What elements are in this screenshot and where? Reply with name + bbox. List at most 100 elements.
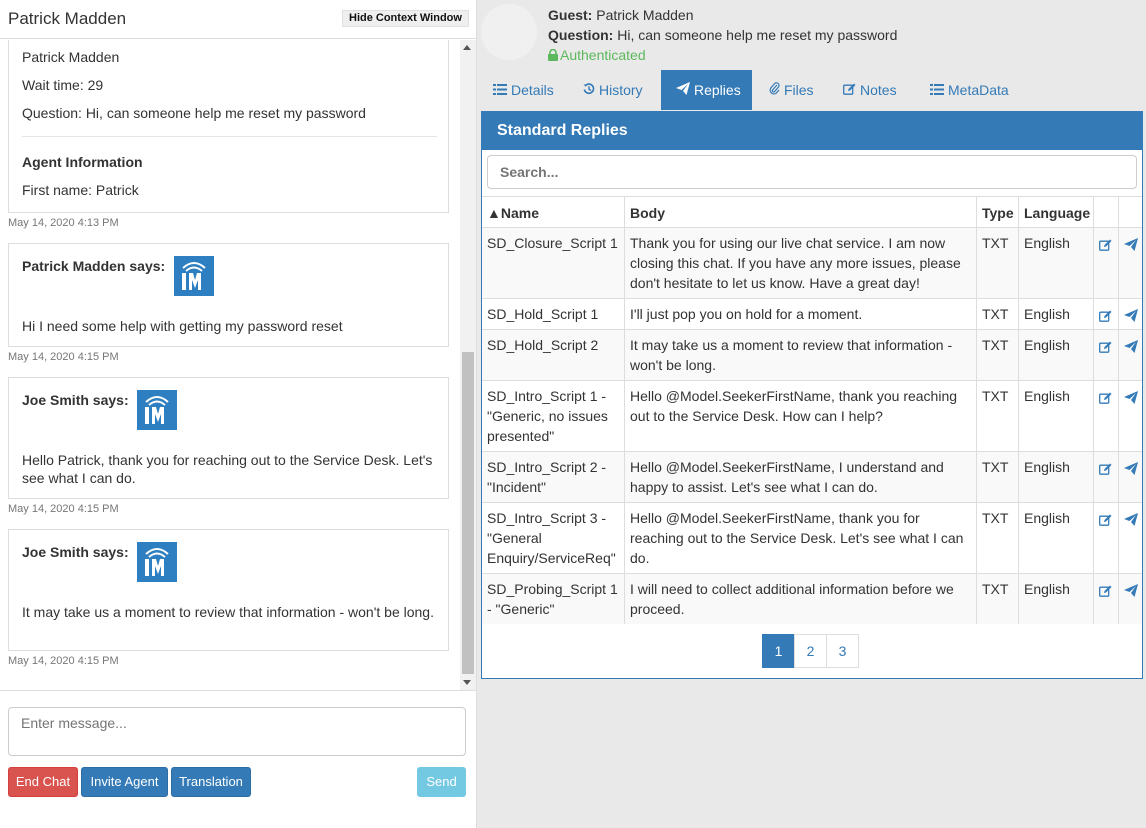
send-button[interactable]: Send xyxy=(417,767,466,797)
edit-icon[interactable] xyxy=(1099,582,1112,602)
chat-transcript[interactable]: Patrick Madden Wait time: 29 Question: H… xyxy=(0,40,476,690)
end-chat-button[interactable]: End Chat xyxy=(8,767,78,797)
send-cell xyxy=(1118,452,1142,502)
table-row: SD_Intro_Script 3 - "General Enquiry/Ser… xyxy=(482,502,1142,573)
tab-notes[interactable]: Notes xyxy=(843,70,903,110)
page-1-button[interactable]: 1 xyxy=(762,634,795,668)
divider xyxy=(22,136,437,137)
tab-label: Notes xyxy=(860,82,897,98)
reply-name: SD_Hold_Script 1 xyxy=(487,306,599,322)
message-sender: Patrick Madden says: xyxy=(22,258,166,274)
reply-name: SD_Intro_Script 1 - "Generic, no issues … xyxy=(487,388,608,444)
invite-agent-button[interactable]: Invite Agent xyxy=(81,767,168,797)
chat-title: Patrick Madden xyxy=(8,9,127,28)
edit-icon[interactable] xyxy=(1099,389,1112,409)
edit-icon[interactable] xyxy=(1099,307,1112,327)
edit-icon[interactable] xyxy=(1099,338,1112,358)
tab-metadata[interactable]: MetaData xyxy=(930,70,1015,110)
scroll-up-icon[interactable] xyxy=(463,45,471,50)
message-composer: End Chat Invite Agent Translation Send xyxy=(0,690,476,828)
chat-message: Joe Smith says: Hello Patrick, thank you… xyxy=(8,377,449,499)
scroll-down-icon[interactable] xyxy=(463,680,471,685)
tab-history[interactable]: History xyxy=(583,70,658,110)
reply-type: TXT xyxy=(976,574,1018,624)
guest-question: Hi, can someone help me reset my passwor… xyxy=(617,27,898,43)
reply-language: English xyxy=(1018,503,1093,573)
reply-language: English xyxy=(1018,574,1093,624)
chat-message: Joe Smith says: It may take us a moment … xyxy=(8,529,449,651)
column-header-send xyxy=(1118,197,1142,227)
edit-icon xyxy=(843,70,856,110)
column-header-body[interactable]: Body xyxy=(624,197,976,227)
page-3-button[interactable]: 3 xyxy=(826,634,859,668)
guest-avatar xyxy=(481,4,537,60)
send-icon[interactable] xyxy=(1124,307,1138,327)
column-header-name[interactable]: ▲Name xyxy=(482,197,624,227)
column-header-edit xyxy=(1093,197,1118,227)
tab-replies[interactable]: Replies xyxy=(661,70,752,110)
edit-cell xyxy=(1093,452,1118,502)
table-row: SD_Hold_Script 2 It may take us a moment … xyxy=(482,329,1142,380)
reply-name: SD_Intro_Script 3 - "General Enquiry/Ser… xyxy=(487,510,616,566)
edit-icon[interactable] xyxy=(1099,236,1112,256)
send-icon[interactable] xyxy=(1124,582,1138,602)
table-row: SD_Intro_Script 1 - "Generic, no issues … xyxy=(482,380,1142,451)
tab-label: Files xyxy=(784,82,814,98)
send-icon[interactable] xyxy=(1124,511,1138,531)
reply-type: TXT xyxy=(976,228,1018,298)
edit-icon[interactable] xyxy=(1099,511,1112,531)
question-label: Question: xyxy=(548,27,614,43)
page-2-button[interactable]: 2 xyxy=(794,634,827,668)
send-cell xyxy=(1118,330,1142,380)
tab-label: Replies xyxy=(694,82,741,98)
chat-panel: Patrick Madden Hide Context Window Patri… xyxy=(0,0,477,828)
send-icon xyxy=(676,70,690,110)
tab-label: MetaData xyxy=(948,82,1009,98)
translation-button[interactable]: Translation xyxy=(171,767,251,797)
chat-header: Patrick Madden Hide Context Window xyxy=(0,0,476,39)
reply-type: TXT xyxy=(976,503,1018,573)
scroll-thumb[interactable] xyxy=(462,352,474,674)
message-input[interactable] xyxy=(8,707,466,756)
reply-type: TXT xyxy=(976,330,1018,380)
auth-status: Authenticated xyxy=(548,47,646,64)
context-card: Patrick Madden Wait time: 29 Question: H… xyxy=(8,40,449,213)
column-header-type[interactable]: Type xyxy=(976,197,1018,227)
column-header-language[interactable]: Language xyxy=(1018,197,1093,227)
reply-name: SD_Probing_Script 1 - "Generic" xyxy=(487,581,618,617)
agent-info-heading: Agent Information xyxy=(22,154,143,170)
message-timestamp: May 14, 2020 4:15 PM xyxy=(8,655,119,667)
tab-details[interactable]: Details xyxy=(482,70,570,110)
edit-cell xyxy=(1093,381,1118,451)
reply-language: English xyxy=(1018,299,1093,329)
im-logo-icon xyxy=(137,390,177,430)
reply-language: English xyxy=(1018,228,1093,298)
reply-body: Thank you for using our live chat servic… xyxy=(624,228,976,298)
table-row: SD_Probing_Script 1 - "Generic" I will ne… xyxy=(482,573,1142,624)
edit-icon[interactable] xyxy=(1099,460,1112,480)
tab-files[interactable]: Files xyxy=(769,70,824,110)
edit-cell xyxy=(1093,228,1118,298)
agent-first-name: First name: Patrick xyxy=(22,182,139,198)
hide-context-button[interactable]: Hide Context Window xyxy=(342,10,469,27)
search-input[interactable] xyxy=(487,155,1137,189)
send-icon[interactable] xyxy=(1124,460,1138,480)
edit-cell xyxy=(1093,574,1118,624)
context-name: Patrick Madden xyxy=(22,49,120,65)
chat-message: Patrick Madden says: Hi I need some help… xyxy=(8,243,449,347)
reply-body: I will need to collect additional inform… xyxy=(624,574,976,624)
chat-scrollbar[interactable] xyxy=(460,40,476,690)
message-timestamp: May 14, 2020 4:13 PM xyxy=(8,217,119,229)
send-cell xyxy=(1118,228,1142,298)
lock-icon xyxy=(548,48,558,64)
reply-name: SD_Hold_Script 2 xyxy=(487,337,599,353)
send-icon[interactable] xyxy=(1124,236,1138,256)
reply-name: SD_Intro_Script 2 - "Incident" xyxy=(487,459,607,495)
tab-label: Details xyxy=(511,82,554,98)
list-icon xyxy=(930,70,944,110)
guest-name: Patrick Madden xyxy=(596,7,694,23)
send-icon[interactable] xyxy=(1124,338,1138,358)
message-sender: Joe Smith says: xyxy=(22,392,129,408)
reply-language: English xyxy=(1018,381,1093,451)
send-icon[interactable] xyxy=(1124,389,1138,409)
